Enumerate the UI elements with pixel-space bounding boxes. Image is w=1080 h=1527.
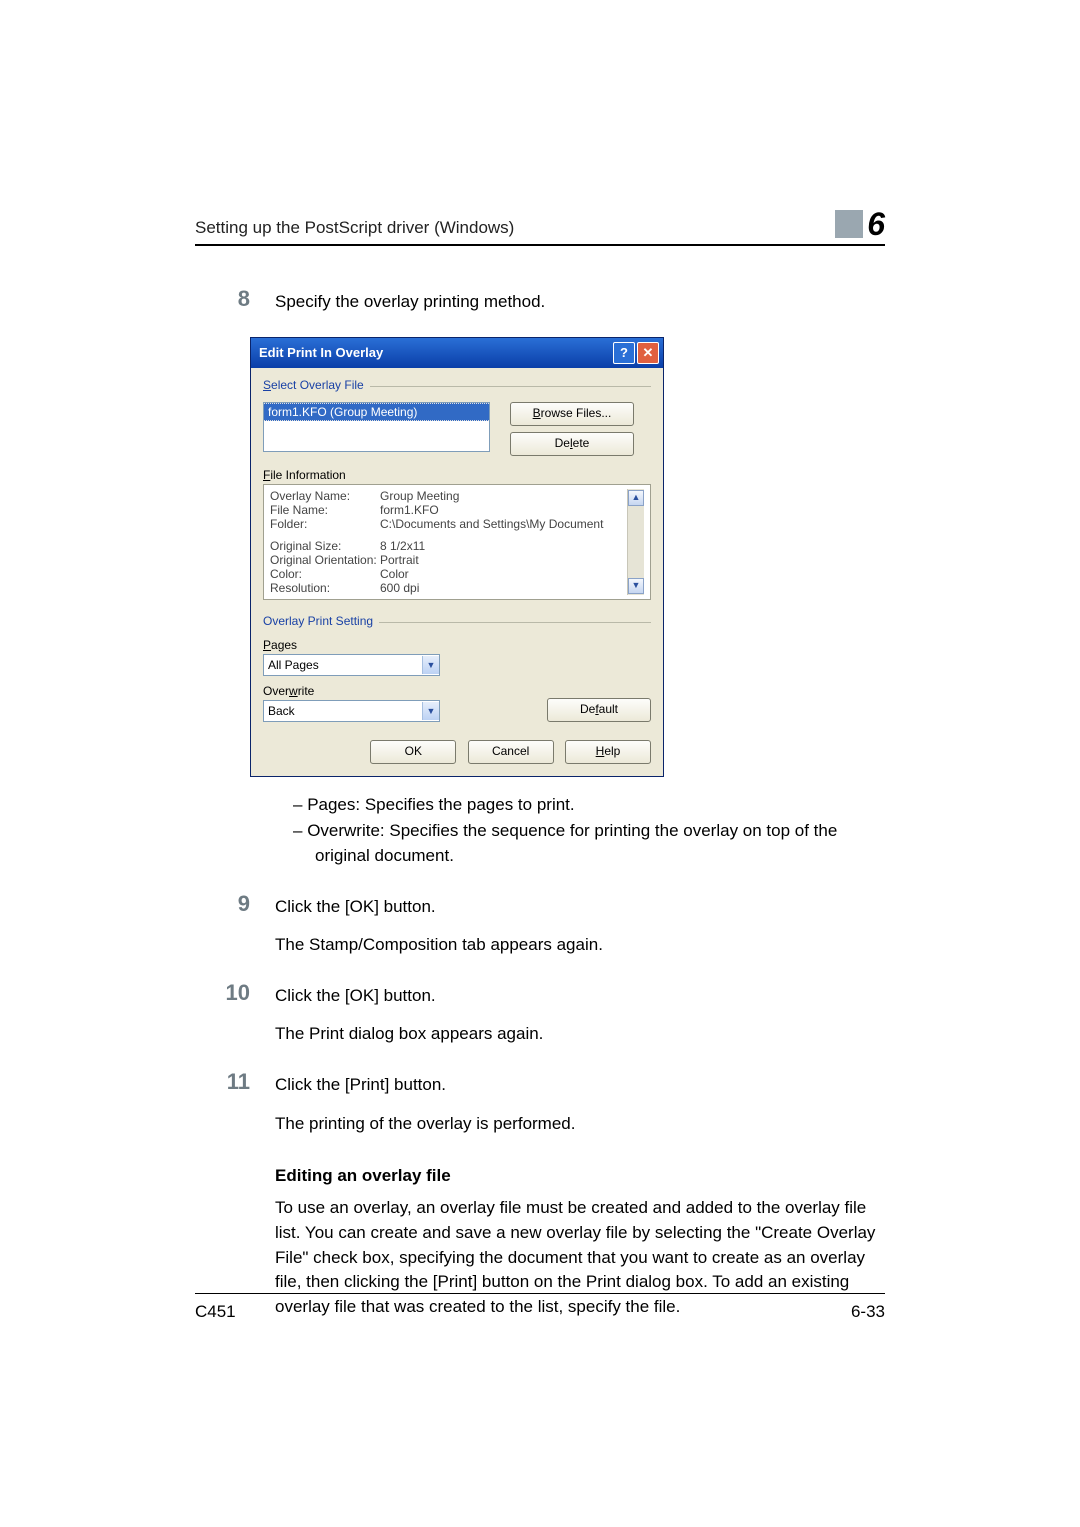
footer-right: 6-33 xyxy=(851,1302,885,1322)
dialog-buttons: OK Cancel Help xyxy=(263,740,651,764)
overwrite-combobox[interactable]: Back ▼ xyxy=(263,700,440,722)
step-text: Click the [OK] button. xyxy=(275,984,885,1009)
header-title: Setting up the PostScript driver (Window… xyxy=(195,218,514,238)
pages-setting: Pages All Pages ▼ xyxy=(263,638,440,676)
dialog-title: Edit Print In Overlay xyxy=(259,345,383,360)
page-header: Setting up the PostScript driver (Window… xyxy=(195,210,885,246)
chapter-number: 6 xyxy=(867,210,885,238)
chevron-down-icon[interactable]: ▼ xyxy=(422,702,439,720)
overlay-file-item[interactable]: form1.KFO (Group Meeting) xyxy=(264,403,489,421)
cancel-button[interactable]: Cancel xyxy=(468,740,554,764)
browse-files-button[interactable]: Browse Files... xyxy=(510,402,634,426)
step-text: Specify the overlay printing method. xyxy=(275,290,885,315)
file-information-label: File Information xyxy=(263,468,651,482)
edit-print-in-overlay-dialog: Edit Print In Overlay ? ✕ Select Overlay… xyxy=(250,337,664,777)
info-key: Resolution: xyxy=(270,581,380,595)
step-8: 8 Specify the overlay printing method. xyxy=(195,286,885,329)
section-heading: Editing an overlay file xyxy=(275,1166,885,1186)
delete-button[interactable]: Delete xyxy=(510,432,634,456)
bullet-pages: Pages: Specifies the pages to print. xyxy=(275,793,885,818)
help-button[interactable]: Help xyxy=(565,740,651,764)
chapter-bar xyxy=(835,210,863,238)
dialog-screenshot: Edit Print In Overlay ? ✕ Select Overlay… xyxy=(250,337,885,777)
overwrite-setting: Overwrite Back ▼ xyxy=(263,684,440,722)
select-overlay-label-rest: elect Overlay File xyxy=(271,378,364,392)
document-page: Setting up the PostScript driver (Window… xyxy=(0,0,1080,1527)
step-number: 11 xyxy=(195,1069,275,1150)
titlebar[interactable]: Edit Print In Overlay ? ✕ xyxy=(251,338,663,368)
step-9: 9 Click the [OK] button. The Stamp/Compo… xyxy=(195,891,885,972)
select-overlay-file-group: Select Overlay File xyxy=(263,378,651,392)
step-number: 8 xyxy=(195,286,275,329)
scroll-down-icon[interactable]: ▼ xyxy=(628,578,644,594)
help-icon[interactable]: ? xyxy=(613,342,635,364)
dialog-body: Select Overlay File form1.KFO (Group Mee… xyxy=(251,368,663,776)
pages-combobox[interactable]: All Pages ▼ xyxy=(263,654,440,676)
footer-left: C451 xyxy=(195,1302,236,1322)
close-icon[interactable]: ✕ xyxy=(637,342,659,364)
step-number: 10 xyxy=(195,980,275,1061)
step-body: Specify the overlay printing method. xyxy=(275,286,885,329)
info-key: Overlay Name: xyxy=(270,489,380,503)
overwrite-value: Back xyxy=(264,704,422,718)
overlay-file-listbox[interactable]: form1.KFO (Group Meeting) xyxy=(263,402,490,452)
chapter-indicator: 6 xyxy=(835,210,885,238)
info-val: Group Meeting xyxy=(380,489,627,503)
step-after: The printing of the overlay is performed… xyxy=(275,1112,885,1137)
info-key: Original Size: xyxy=(270,539,380,553)
step-after: The Stamp/Composition tab appears again. xyxy=(275,933,885,958)
file-information-group: File Information Overlay Name:Group Meet… xyxy=(263,468,651,600)
bullet-overwrite: Overwrite: Specifies the sequence for pr… xyxy=(275,819,885,868)
info-val: Color xyxy=(380,567,627,581)
pages-value: All Pages xyxy=(264,658,422,672)
info-key: File Name: xyxy=(270,503,380,517)
default-button[interactable]: Default xyxy=(547,698,651,722)
info-val: Portrait xyxy=(380,553,627,567)
step-8-bullets: Pages: Specifies the pages to print. Ove… xyxy=(195,793,885,883)
step-10: 10 Click the [OK] button. The Print dial… xyxy=(195,980,885,1061)
file-information-pane: Overlay Name:Group Meeting File Name:for… xyxy=(263,484,651,600)
chevron-down-icon[interactable]: ▼ xyxy=(422,656,439,674)
info-val: 600 dpi xyxy=(380,581,627,595)
step-text: Click the [OK] button. xyxy=(275,895,885,920)
info-key: Original Orientation: xyxy=(270,553,380,567)
overlay-print-setting-group: Overlay Print Setting xyxy=(263,614,651,628)
overlay-print-setting-label: Overlay Print Setting xyxy=(263,614,379,628)
step-after: The Print dialog box appears again. xyxy=(275,1022,885,1047)
info-key: Color: xyxy=(270,567,380,581)
info-val: C:\Documents and Settings\My Document xyxy=(380,517,627,531)
step-11: 11 Click the [Print] button. The printin… xyxy=(195,1069,885,1150)
info-val: 8 1/2x11 xyxy=(380,539,627,553)
step-text: Click the [Print] button. xyxy=(275,1073,885,1098)
ok-button[interactable]: OK xyxy=(370,740,456,764)
scroll-up-icon[interactable]: ▲ xyxy=(628,490,644,506)
info-key: Folder: xyxy=(270,517,380,531)
step-number: 9 xyxy=(195,891,275,972)
info-val: form1.KFO xyxy=(380,503,627,517)
page-footer: C451 6-33 xyxy=(195,1293,885,1322)
scrollbar[interactable]: ▲ ▼ xyxy=(627,489,644,595)
